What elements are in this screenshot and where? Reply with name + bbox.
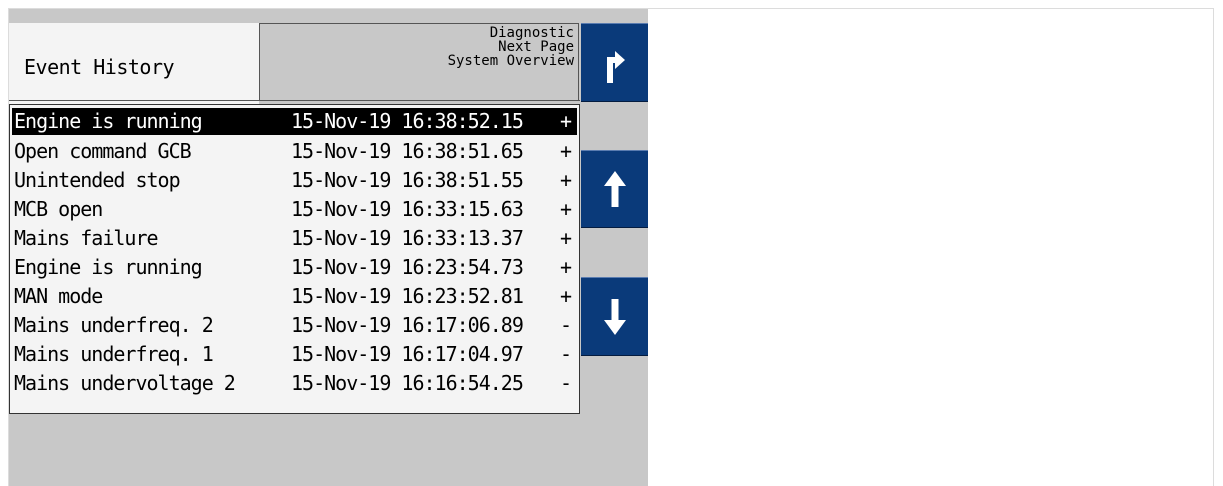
event-name: Mains failure bbox=[14, 226, 159, 250]
event-timestamp: 15-Nov-19 16:23:54.73 bbox=[291, 255, 524, 279]
event-timestamp: 15-Nov-19 16:33:15.63 bbox=[291, 197, 524, 221]
event-state-flag: + bbox=[560, 139, 572, 163]
title-divider bbox=[9, 100, 580, 101]
event-timestamp: 15-Nov-19 16:17:06.89 bbox=[291, 313, 524, 337]
event-state-flag: + bbox=[560, 168, 572, 192]
event-row[interactable]: Open command GCB 15-Nov-19 16:38:51.65 + bbox=[12, 138, 577, 165]
arrow-down-icon bbox=[603, 298, 626, 335]
event-row[interactable]: MAN mode 15-Nov-19 16:23:52.81 + bbox=[12, 283, 577, 310]
event-row[interactable]: Mains undervoltage 2 15-Nov-19 16:16:54.… bbox=[12, 370, 577, 397]
event-row[interactable]: Engine is running 15-Nov-19 16:38:52.15 … bbox=[12, 108, 577, 135]
event-row[interactable]: Engine is running 15-Nov-19 16:23:54.73 … bbox=[12, 254, 577, 281]
event-name: Open command GCB bbox=[14, 139, 192, 163]
event-timestamp: 15-Nov-19 16:38:51.65 bbox=[291, 139, 524, 163]
event-state-flag: + bbox=[560, 226, 572, 250]
event-list[interactable]: Engine is running 15-Nov-19 16:38:52.15 … bbox=[9, 104, 580, 414]
event-state-flag: + bbox=[560, 255, 572, 279]
event-timestamp: 15-Nov-19 16:38:52.15 bbox=[291, 109, 524, 133]
menu-label-diagnostic: Diagnostic bbox=[489, 25, 574, 41]
event-name: Engine is running bbox=[14, 109, 203, 133]
event-name: Unintended stop bbox=[14, 168, 181, 192]
event-timestamp: 15-Nov-19 16:16:54.25 bbox=[291, 371, 524, 395]
menu-softkey-button[interactable] bbox=[581, 23, 648, 102]
hmi-screen: Event History Diagnostic Next Page Syste… bbox=[9, 9, 648, 486]
event-name: Mains undervoltage 2 bbox=[14, 371, 236, 395]
event-name: MAN mode bbox=[14, 284, 103, 308]
event-row[interactable]: MCB open 15-Nov-19 16:33:15.63 + bbox=[12, 196, 577, 223]
softkey-menu-labels[interactable]: Diagnostic Next Page System Overview bbox=[259, 23, 579, 100]
menu-label-system-overview: System Overview bbox=[447, 53, 574, 69]
scroll-down-button[interactable] bbox=[581, 277, 648, 356]
page-title: Event History bbox=[24, 55, 175, 79]
event-row[interactable]: Mains underfreq. 2 15-Nov-19 16:17:06.89… bbox=[12, 312, 577, 339]
event-state-flag: + bbox=[560, 284, 572, 308]
event-row[interactable]: Mains failure 15-Nov-19 16:33:13.37 + bbox=[12, 225, 577, 252]
event-row[interactable]: Mains underfreq. 1 15-Nov-19 16:17:04.97… bbox=[12, 341, 577, 368]
event-state-flag: - bbox=[560, 342, 572, 366]
event-state-flag: - bbox=[560, 313, 572, 337]
page-title-box: Event History bbox=[9, 23, 259, 111]
scroll-up-button[interactable] bbox=[581, 150, 648, 228]
event-timestamp: 15-Nov-19 16:23:52.81 bbox=[291, 284, 524, 308]
event-name: MCB open bbox=[14, 197, 103, 221]
event-row[interactable]: Unintended stop 15-Nov-19 16:38:51.55 + bbox=[12, 167, 577, 194]
event-name: Engine is running bbox=[14, 255, 203, 279]
event-state-flag: + bbox=[560, 109, 572, 133]
menu-label-next-page: Next Page bbox=[498, 39, 574, 55]
event-state-flag: - bbox=[560, 371, 572, 395]
event-name: Mains underfreq. 1 bbox=[14, 342, 214, 366]
turn-up-right-arrow-icon bbox=[606, 50, 625, 83]
event-name: Mains underfreq. 2 bbox=[14, 313, 214, 337]
event-state-flag: + bbox=[560, 197, 572, 221]
event-timestamp: 15-Nov-19 16:17:04.97 bbox=[291, 342, 524, 366]
event-timestamp: 15-Nov-19 16:33:13.37 bbox=[291, 226, 524, 250]
arrow-up-icon bbox=[603, 171, 626, 207]
event-timestamp: 15-Nov-19 16:38:51.55 bbox=[291, 168, 524, 192]
